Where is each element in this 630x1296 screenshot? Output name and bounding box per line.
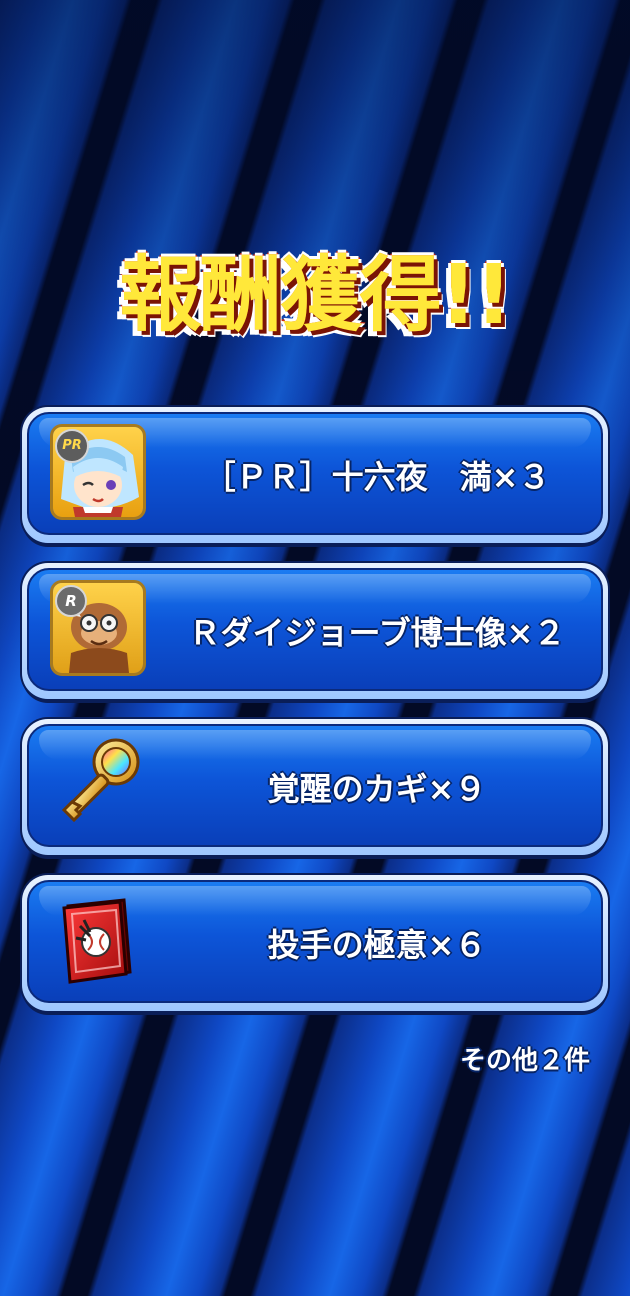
reward-label: Ｒダイジョーブ博士像×２ (188, 614, 566, 652)
reward-item-3[interactable]: 覚醒のカギ×９ (22, 719, 608, 855)
other-items-note: その他２件 (459, 1046, 590, 1076)
reward-item-4[interactable]: 投手の極意×６ (22, 875, 608, 1011)
reward-item-1[interactable]: PR ［ＰＲ］十六夜 満×３ (22, 407, 608, 543)
pr-badge: PR (55, 429, 89, 463)
pitcher-secret-book-icon (50, 892, 146, 988)
r-badge: R (55, 585, 87, 617)
reward-list: PR ［ＰＲ］十六夜 満×３ R Ｒダイジョーブ博士像×２ 覚醒のカギ×９ 投手… (22, 407, 608, 1031)
reward-label: 覚醒のカギ×９ (267, 770, 487, 808)
reward-label: 投手の極意×６ (267, 926, 487, 964)
character-card-pr-icon: PR (50, 424, 146, 520)
reward-item-2[interactable]: R Ｒダイジョーブ博士像×２ (22, 563, 608, 699)
reward-title: 報酬獲得!! (118, 247, 514, 345)
doctor-statue-card-icon: R (50, 580, 146, 676)
awakening-key-icon (50, 736, 146, 832)
reward-label: ［ＰＲ］十六夜 満×３ (203, 458, 551, 496)
